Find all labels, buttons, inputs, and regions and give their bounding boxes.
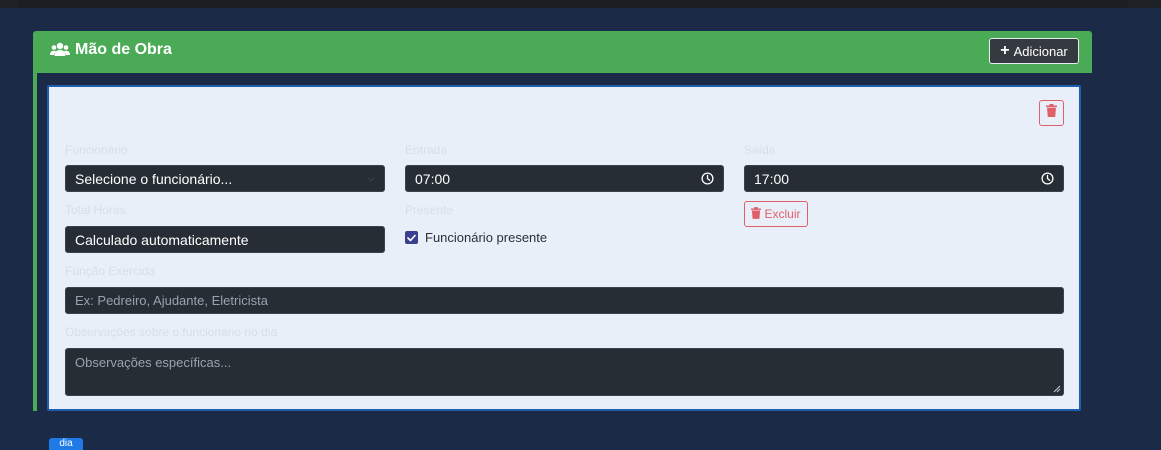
saida-label: Saída: [744, 143, 776, 157]
observacoes-textarea[interactable]: Observações específicas...: [65, 348, 1064, 396]
excluir-label: Excluir: [764, 207, 801, 221]
saida-time-input[interactable]: 17:00: [744, 165, 1064, 192]
section-left-border: [33, 73, 37, 411]
funcao-input[interactable]: Ex: Pedreiro, Ajudante, Eletricista: [65, 287, 1064, 314]
chevron-down-icon: ⌵: [367, 173, 375, 184]
funcionario-label: Funcionário: [65, 143, 128, 157]
saida-value: 17:00: [754, 170, 790, 187]
clock-icon[interactable]: [701, 172, 714, 185]
presente-checkbox-label: Funcionário presente: [425, 230, 548, 245]
section-title-group: Mão de Obra: [50, 41, 172, 59]
total-horas-label: Total Horas: [65, 203, 126, 217]
total-horas-value: Calculado automaticamente: [75, 231, 249, 248]
worker-card: Funcionário Selecione o funcionário... ⌵…: [47, 85, 1081, 411]
clock-icon[interactable]: [1041, 172, 1054, 185]
top-bar-inner: [18, 0, 1128, 8]
section-title: Mão de Obra: [75, 41, 172, 58]
funcionario-select[interactable]: Selecione o funcionário... ⌵: [65, 165, 385, 192]
presente-checkbox[interactable]: [405, 231, 418, 244]
funcao-label: Função Exercida: [65, 264, 156, 278]
excluir-button[interactable]: Excluir: [744, 201, 808, 227]
total-horas-field: Calculado automaticamente: [65, 226, 385, 253]
entrada-label: Entrada: [405, 143, 448, 157]
trash-icon: [751, 206, 762, 222]
observacoes-label: Observações sobre o funcionário no dia: [65, 325, 278, 339]
delete-worker-icon-button[interactable]: [1039, 100, 1064, 126]
add-button-label: Adicionar: [1013, 43, 1068, 59]
users-icon: [50, 42, 70, 58]
entrada-time-input[interactable]: 07:00: [405, 165, 724, 192]
section-header: Mão de Obra + Adicionar: [33, 31, 1092, 73]
observacoes-placeholder: Observações específicas...: [75, 355, 232, 370]
presente-checkbox-row[interactable]: Funcionário presente: [405, 230, 547, 245]
top-bar: [0, 0, 1161, 8]
funcionario-select-value: Selecione o funcionário...: [75, 170, 233, 187]
presente-label: Presente: [405, 203, 454, 217]
plus-icon: +: [1000, 41, 1010, 59]
entrada-value: 07:00: [415, 170, 451, 187]
check-icon: [407, 234, 416, 241]
resize-grip-icon[interactable]: [1053, 385, 1061, 393]
trash-icon: [1046, 104, 1057, 122]
add-worker-button[interactable]: + Adicionar: [989, 38, 1079, 64]
funcao-placeholder: Ex: Pedreiro, Ajudante, Eletricista: [75, 293, 268, 308]
mao-de-obra-section: Mão de Obra + Adicionar Funcionário Sele…: [33, 31, 1092, 411]
dia-badge[interactable]: dia: [49, 438, 83, 450]
